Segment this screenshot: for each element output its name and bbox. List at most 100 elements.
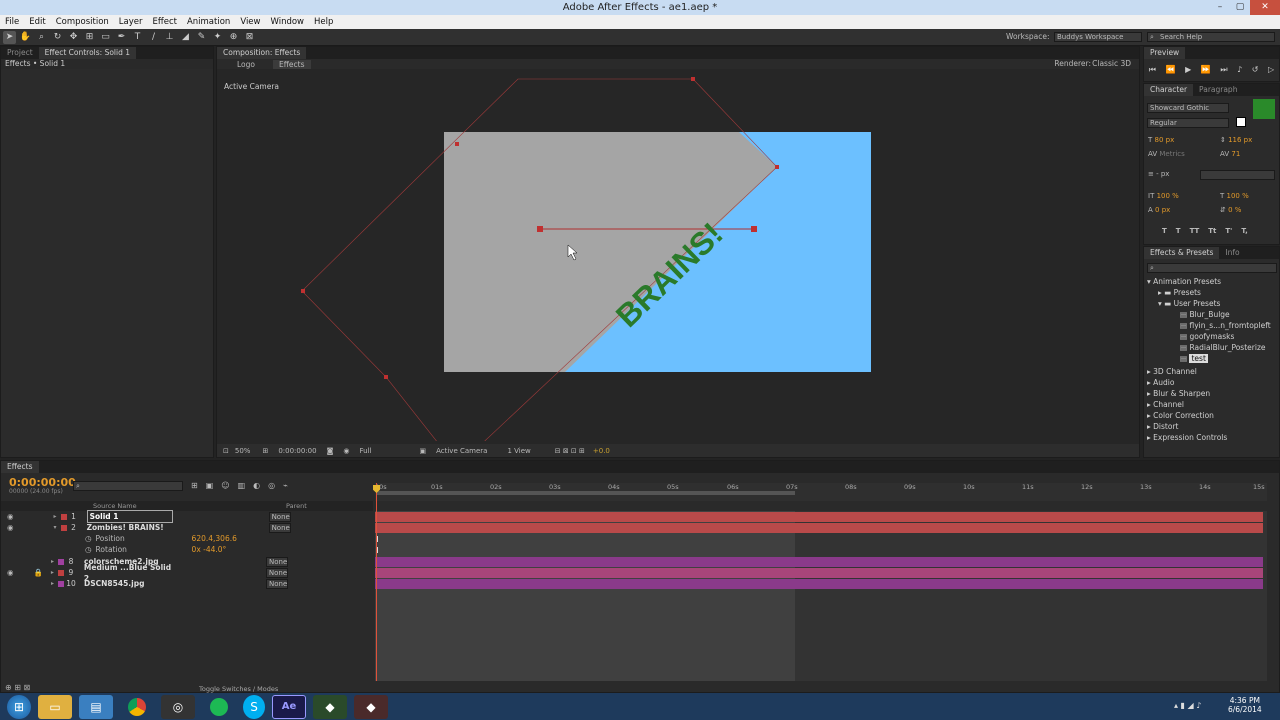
tab-preview[interactable]: Preview: [1144, 47, 1186, 59]
layer-duration-bar[interactable]: [375, 512, 1263, 522]
eye-icon[interactable]: ◉: [7, 567, 14, 578]
roi-icon[interactable]: ▣: [419, 447, 426, 455]
work-area-bar[interactable]: [377, 491, 795, 495]
parent-select[interactable]: None: [265, 567, 289, 578]
playhead[interactable]: [376, 483, 377, 681]
hand-tool-icon[interactable]: ✋: [19, 31, 32, 44]
horizontal-scale-field[interactable]: T 100 %: [1220, 192, 1249, 200]
draft-3d-icon[interactable]: ▣: [206, 481, 214, 490]
menu-composition[interactable]: Composition: [51, 17, 114, 27]
minimize-button[interactable]: –: [1210, 0, 1230, 15]
layer-duration-bar[interactable]: [375, 568, 1263, 578]
start-button-icon[interactable]: ⊞: [7, 694, 31, 719]
parent-select[interactable]: None: [266, 556, 289, 567]
snapshot-icon[interactable]: ◙: [327, 447, 334, 455]
timeline-footer-icons[interactable]: ⊕ ⊞ ⊠: [5, 683, 30, 692]
layer-name[interactable]: DSCN8545.jpg: [84, 578, 174, 589]
layer-handle[interactable]: [384, 375, 388, 379]
layer-duration-bar[interactable]: [375, 579, 1263, 589]
timeline-search-input[interactable]: ⌕: [73, 481, 183, 491]
eye-icon[interactable]: ◉: [7, 522, 14, 533]
category-item[interactable]: ▸ Color Correction: [1147, 411, 1214, 420]
zoom-tool-icon[interactable]: ⌕: [35, 31, 48, 44]
stopwatch-icon[interactable]: ◷: [85, 544, 92, 555]
subscript-icon[interactable]: T,: [1241, 227, 1247, 235]
prev-frame-icon[interactable]: ⏪: [1166, 65, 1176, 75]
brush-tool-icon[interactable]: ∕: [147, 31, 160, 44]
parent-select[interactable]: None: [266, 578, 289, 589]
position-keyframe[interactable]: [751, 226, 757, 232]
type-tool-icon[interactable]: T: [131, 31, 144, 44]
maximize-button[interactable]: ▢: [1230, 0, 1250, 15]
font-size-field[interactable]: T 80 px: [1148, 136, 1174, 144]
tree-presets[interactable]: ▸ ▬ Presets: [1158, 288, 1201, 297]
tab-composition[interactable]: Composition: Effects: [217, 47, 307, 59]
menu-layer[interactable]: Layer: [114, 17, 148, 27]
layer-duration-bar[interactable]: [375, 557, 1263, 567]
tab-effects-presets[interactable]: Effects & Presets: [1144, 247, 1220, 259]
frame-blending-icon[interactable]: ▥: [238, 481, 246, 490]
expand-icon[interactable]: ▸: [51, 567, 54, 578]
category-item[interactable]: ▸ Expression Controls: [1147, 433, 1227, 442]
clone-tool-icon[interactable]: ⊥: [163, 31, 176, 44]
loop-icon[interactable]: ↺: [1252, 65, 1259, 75]
roto-tool-icon[interactable]: ✎: [195, 31, 208, 44]
baseline-shift-field[interactable]: A 0 px: [1148, 206, 1170, 214]
menu-edit[interactable]: Edit: [24, 17, 50, 27]
expand-icon[interactable]: ▸: [54, 511, 57, 522]
selection-tool-icon[interactable]: ➤: [3, 30, 16, 44]
eraser-tool-icon[interactable]: ◢: [179, 31, 192, 44]
tab-info[interactable]: Info: [1219, 247, 1245, 259]
motion-blur-icon[interactable]: ◐: [253, 481, 260, 490]
superscript-icon[interactable]: T': [1225, 227, 1232, 235]
magnify-icon[interactable]: ⊡: [223, 447, 229, 455]
all-caps-icon[interactable]: TT: [1190, 227, 1200, 235]
layer-handle[interactable]: [301, 289, 305, 293]
after-effects-icon[interactable]: Ae: [272, 694, 306, 719]
workspace-select[interactable]: Buddys Workspace: [1054, 32, 1142, 42]
menu-window[interactable]: Window: [265, 17, 309, 27]
tsume-field[interactable]: ⇵ 0 %: [1220, 206, 1241, 214]
view-layout-select[interactable]: 1 View: [507, 447, 530, 455]
channel-icon[interactable]: ◉: [343, 447, 349, 455]
vertical-scale-field[interactable]: IT 100 %: [1148, 192, 1179, 200]
layer-row[interactable]: ▸ 10 DSCN8545.jpg None: [1, 578, 373, 589]
tab-project[interactable]: Project: [1, 47, 39, 59]
tray-icons[interactable]: ▴ ▮ ◢ ♪: [1174, 701, 1201, 710]
property-value[interactable]: 0x -44.0°: [192, 544, 227, 555]
stopwatch-icon[interactable]: ◷: [85, 533, 92, 544]
preset-item[interactable]: ▤ Blur_Bulge: [1180, 310, 1230, 319]
pen-tool-icon[interactable]: ✒: [115, 31, 128, 44]
expand-icon[interactable]: ▸: [51, 556, 54, 567]
shy-icon[interactable]: ☺: [221, 481, 229, 490]
stroke-width-field[interactable]: ≡ - px: [1148, 170, 1169, 178]
tab-timeline-effects[interactable]: Effects: [1, 461, 39, 473]
skype-icon[interactable]: S: [243, 694, 265, 719]
renderer-value[interactable]: Classic 3D: [1092, 59, 1131, 68]
last-frame-icon[interactable]: ⏭: [1220, 65, 1227, 75]
layer-row[interactable]: ◉ ▸ 1 Solid 1 None: [1, 510, 373, 523]
font-style-select[interactable]: Regular: [1147, 118, 1229, 128]
menu-view[interactable]: View: [235, 17, 265, 27]
pan-behind-tool-icon[interactable]: ⊞: [83, 31, 96, 44]
ram-preview-icon[interactable]: ▷: [1268, 65, 1274, 75]
snap-icon[interactable]: ⊠: [243, 31, 256, 44]
tracking-field[interactable]: AV 71: [1220, 150, 1240, 158]
layer-handle[interactable]: [775, 165, 779, 169]
toggle-icons[interactable]: ⊟ ⊠ ⊡ ⊞: [555, 447, 585, 455]
expand-icon[interactable]: ▸: [51, 578, 54, 589]
layer-handle[interactable]: [691, 77, 695, 81]
resolution-select[interactable]: Full: [359, 447, 371, 455]
menu-effect[interactable]: Effect: [148, 17, 182, 27]
faux-bold-icon[interactable]: T: [1162, 227, 1167, 235]
layer-name[interactable]: Zombies! BRAINS!: [87, 522, 177, 533]
layer-handle[interactable]: [455, 142, 459, 146]
category-item[interactable]: ▸ Channel: [1147, 400, 1184, 409]
layer-row[interactable]: ◉ ▾ 2 Zombies! BRAINS! None: [1, 522, 373, 533]
tab-effect-controls[interactable]: Effect Controls: Solid 1: [38, 47, 137, 59]
audio-icon[interactable]: ♪: [1237, 65, 1242, 75]
search-help-input[interactable]: ⌕ Search Help: [1147, 32, 1275, 42]
expand-icon[interactable]: ▾: [54, 522, 57, 533]
preset-item-selected[interactable]: ▤ test: [1180, 354, 1208, 363]
spotify-icon[interactable]: [202, 695, 236, 719]
